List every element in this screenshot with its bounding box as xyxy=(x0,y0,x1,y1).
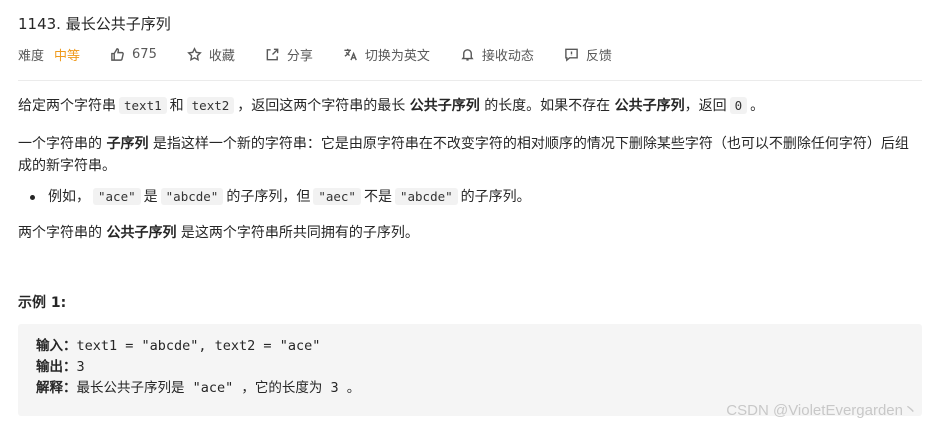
switch-language-button[interactable]: 切换为英文 xyxy=(343,45,430,64)
output-label: 输出： xyxy=(36,359,77,375)
feedback-button[interactable]: 反馈 xyxy=(564,45,612,64)
inline-code: text1 xyxy=(119,97,167,114)
example-title: 示例 1: xyxy=(18,295,67,311)
subscribe-label: 接收动态 xyxy=(481,48,534,64)
inline-code: 0 xyxy=(729,97,748,114)
text: ，返回 xyxy=(684,98,727,114)
difficulty-label: 难度 xyxy=(18,48,45,64)
share-label: 分享 xyxy=(286,48,313,64)
favorite-button[interactable]: 收藏 xyxy=(187,45,235,64)
inline-code: "abcde" xyxy=(160,188,224,205)
bold-term: 子序列 xyxy=(106,136,149,152)
feedback-label: 反馈 xyxy=(585,48,612,64)
inline-code: text2 xyxy=(186,97,235,114)
star-icon xyxy=(187,46,202,61)
share-icon xyxy=(266,48,279,60)
output-value: 3 xyxy=(76,359,85,375)
header-divider xyxy=(18,80,922,81)
subscribe-button[interactable]: 接收动态 xyxy=(460,45,534,64)
example-input-line: 输入：text1 = "abcde", text2 = "ace" xyxy=(36,336,904,357)
difficulty-badge: 中等 xyxy=(54,48,81,64)
bell-icon xyxy=(461,48,474,61)
bold-term: 公共子序列 xyxy=(614,98,685,114)
thumbs-up-icon xyxy=(111,47,124,61)
inline-code: "abcde" xyxy=(394,188,458,205)
example-output-line: 输出：3 xyxy=(36,357,904,378)
description-paragraph-2: 一个字符串的 子序列 是指这样一个新的字符串：它是由原字符串在不改变字符的相对顺… xyxy=(18,133,913,177)
explain-value: 最长公共子序列是 "ace" ，它的长度为 3 。 xyxy=(76,380,361,396)
translate-icon xyxy=(344,48,357,60)
like-button[interactable]: 675 xyxy=(110,47,157,62)
inline-code: "ace" xyxy=(93,188,141,205)
description-paragraph-3: 两个字符串的 公共子序列 是这两个字符串所共同拥有的子序列。 xyxy=(18,222,419,244)
bullet-dot xyxy=(30,195,35,200)
text: 。 xyxy=(750,98,765,114)
bold-term: 公共子序列 xyxy=(106,225,177,241)
like-count: 675 xyxy=(132,46,157,62)
text: 一个字符串的 xyxy=(18,136,102,152)
text: 和 xyxy=(169,98,184,114)
text: 的长度。如果不存在 xyxy=(484,98,611,114)
text: 两个字符串的 xyxy=(18,225,102,241)
watermark: CSDN @VioletEvergarden丶 xyxy=(726,402,918,419)
bold-term: 公共子序列 xyxy=(409,98,480,114)
explain-label: 解释： xyxy=(36,380,77,396)
favorite-label: 收藏 xyxy=(208,48,235,64)
input-value: text1 = "abcde", text2 = "ace" xyxy=(76,338,321,354)
text: 的子序列，但 xyxy=(226,189,311,205)
text: 是 xyxy=(143,189,158,205)
switch-language-label: 切换为英文 xyxy=(364,48,430,64)
description-paragraph-1: 给定两个字符串 text1 和 text2 ，返回这两个字符串的最长 公共子序列 的长度… xyxy=(18,95,764,117)
problem-meta-bar: 难度 中等 675 收藏 分享 切换为英文 接收动态 反馈 xyxy=(18,44,642,64)
share-button[interactable]: 分享 xyxy=(265,45,313,64)
example-explain-line: 解释：最长公共子序列是 "ace" ，它的长度为 3 。 xyxy=(36,378,904,399)
input-label: 输入： xyxy=(36,338,77,354)
text: 给定两个字符串 xyxy=(18,98,116,114)
text: 是这两个字符串所共同拥有的子序列。 xyxy=(180,225,419,241)
text: ，返回这两个字符串的最长 xyxy=(237,98,406,114)
text: 例如， xyxy=(48,189,90,205)
text: 不是 xyxy=(363,189,392,205)
inline-code: "aec" xyxy=(313,188,361,205)
list-item: 例如， "ace" 是 "abcde" 的子序列，但 "aec" 不是 "abcde" 的子序列… xyxy=(30,186,531,208)
text: 是指这样一个新的字符串：它是由原字符串在不改变字符的相对顺序的情况下删除某些字符… xyxy=(18,136,909,174)
feedback-icon xyxy=(565,48,578,62)
text: 的子序列。 xyxy=(460,189,531,205)
problem-title: 1143. 最长公共子序列 xyxy=(18,15,171,33)
